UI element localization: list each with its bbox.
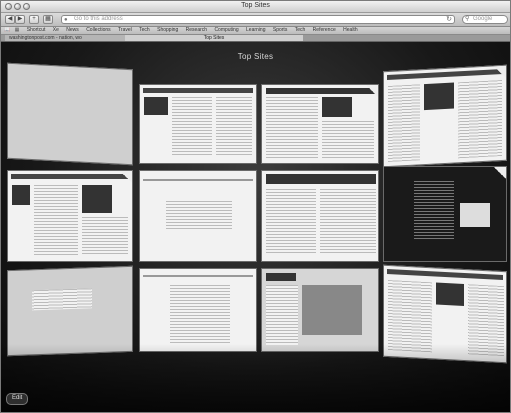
masthead (266, 174, 376, 184)
site-thumbnail[interactable] (139, 170, 257, 262)
bookmark-item[interactable]: Research (186, 27, 207, 34)
site-thumbnail[interactable] (261, 170, 379, 262)
tab-washingtonpost[interactable]: washingtonpost.com - nation, wo (5, 35, 133, 41)
text-column (266, 97, 318, 159)
photo (144, 97, 168, 115)
header-bar (143, 179, 253, 181)
text-column (320, 189, 376, 255)
site-thumbnail[interactable] (261, 84, 379, 164)
text-column (458, 80, 502, 159)
text-column (32, 288, 92, 311)
photo (436, 282, 464, 306)
bookmark-item[interactable]: Shopping (157, 27, 178, 34)
back-arrow-icon: ◀ (7, 16, 13, 22)
masthead (266, 273, 296, 281)
bookmark-item[interactable]: Tech (295, 27, 306, 34)
bookmark-item[interactable]: Travel (118, 27, 132, 34)
top-sites-view: Top Sites Edit (1, 42, 510, 412)
top-sites-button[interactable]: ▦ (43, 15, 53, 24)
search-field[interactable]: ⚲ Google (462, 15, 508, 24)
photo (424, 82, 454, 111)
tab-bar: washingtonpost.com - nation, wo Top Site… (1, 35, 510, 42)
address-field[interactable]: ● Go to this address ↻ (61, 15, 455, 24)
site-thumbnail[interactable] (261, 268, 379, 352)
title-bar: Top Sites (1, 1, 510, 13)
edit-button[interactable]: Edit (6, 393, 29, 405)
plus-icon: + (32, 16, 36, 22)
window-title: Top Sites (241, 2, 270, 9)
masthead (266, 88, 376, 94)
text-column (266, 189, 316, 255)
text-column (172, 97, 212, 157)
site-thumbnail[interactable] (7, 265, 133, 357)
photo (460, 203, 490, 227)
text-column (34, 185, 78, 255)
reading-list-icon[interactable]: 📖 (4, 27, 10, 34)
bookmark-item[interactable]: Sports (273, 27, 287, 34)
site-thumbnail[interactable] (7, 62, 133, 166)
bookmarks-bar: 📖 ▦ Shortcut Xe News Collections Travel … (1, 27, 510, 35)
page-curl-icon (494, 65, 506, 79)
masthead (143, 88, 253, 93)
text-column (322, 121, 374, 159)
bookmark-item[interactable]: Reference (313, 27, 336, 34)
photo (12, 185, 30, 205)
bookmark-item[interactable]: Learning (246, 27, 265, 34)
page-title: Top Sites (237, 52, 274, 61)
reflective-floor (1, 344, 510, 412)
site-thumbnail[interactable] (139, 84, 257, 164)
toolbar: ◀ ▶ + ▦ ● Go to this address ↻ ⚲ Google (1, 13, 510, 27)
site-thumbnail[interactable] (383, 166, 507, 262)
masthead (387, 268, 503, 281)
globe-icon: ● (64, 17, 68, 23)
search-icon: ⚲ (465, 16, 470, 22)
forward-button[interactable]: ▶ (15, 15, 25, 24)
forward-arrow-icon: ▶ (17, 16, 23, 22)
bookmark-item[interactable]: Shortcut (27, 27, 46, 34)
site-thumbnail[interactable] (139, 268, 257, 352)
page-curl-icon (366, 85, 378, 97)
address-placeholder: Go to this address (74, 16, 123, 22)
bookmark-item[interactable]: News (66, 27, 79, 34)
bookmark-item[interactable]: Collections (86, 27, 110, 34)
text-column (82, 217, 128, 255)
text-column (388, 280, 432, 353)
bookmark-item[interactable]: Computing (214, 27, 238, 34)
site-thumbnail[interactable] (383, 64, 507, 168)
back-button[interactable]: ◀ (5, 15, 15, 24)
header-bar (143, 275, 253, 277)
page-curl-icon (494, 167, 506, 179)
page-curl-icon (120, 171, 132, 183)
tab-top-sites[interactable]: Top Sites (125, 35, 303, 41)
map-image (302, 285, 362, 335)
bookmark-item[interactable]: Health (343, 27, 357, 34)
bookmark-item[interactable]: Tech (139, 27, 150, 34)
browser-window: Top Sites ◀ ▶ + ▦ ● Go to this address ↻… (0, 0, 511, 413)
login-form (166, 201, 232, 231)
text-column (170, 285, 230, 345)
grid-icon: ▦ (45, 16, 51, 22)
add-bookmark-button[interactable]: + (29, 15, 39, 24)
site-thumbnail[interactable] (7, 170, 133, 262)
text-column (266, 285, 298, 345)
reload-icon[interactable]: ↻ (446, 16, 452, 23)
text-column (388, 84, 420, 162)
search-placeholder: Google (473, 16, 493, 22)
masthead (387, 68, 503, 81)
text-column (216, 97, 252, 157)
photo (82, 185, 112, 213)
masthead (11, 174, 129, 179)
text-column (414, 181, 454, 241)
grid-icon[interactable]: ▦ (15, 27, 20, 34)
photo (322, 97, 352, 117)
bookmark-item[interactable]: Xe (53, 27, 59, 34)
